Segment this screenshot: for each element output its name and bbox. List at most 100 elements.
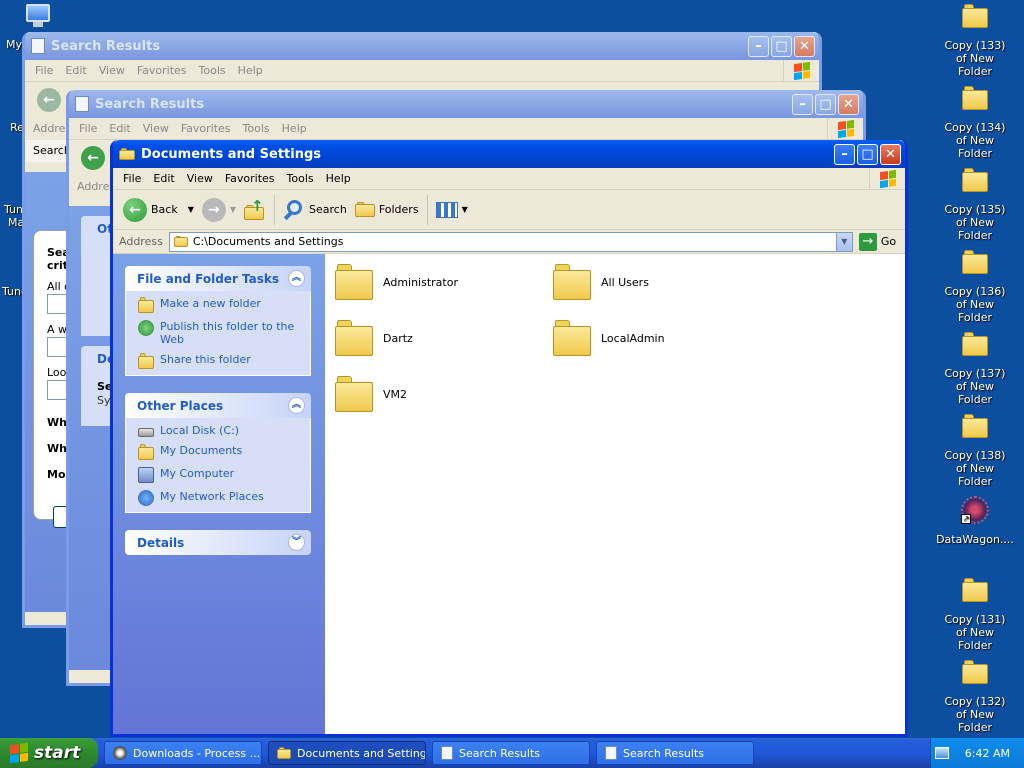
- standard-toolbar: ← Back ▼ → ▼ ↑ Search Folders ▼: [113, 190, 905, 230]
- window-title: Search Results: [51, 38, 161, 54]
- windows-logo-icon: [783, 59, 819, 82]
- menu-file[interactable]: File: [29, 64, 59, 77]
- desktop-icon-label: Copy (138) of New Folder: [944, 449, 1006, 488]
- menu-edit[interactable]: Edit: [103, 122, 136, 135]
- taskbar-button-documents[interactable]: Documents and Settings: [268, 741, 426, 765]
- desktop-folder-icon[interactable]: Copy (136) of New Folder: [935, 250, 1015, 324]
- group-header[interactable]: Details ︾: [125, 530, 311, 555]
- task-label: Search Results: [623, 746, 705, 760]
- folder-icon: [553, 264, 591, 300]
- maximize-button[interactable]: □: [857, 143, 878, 165]
- title-bar[interactable]: Documents and Settings – □ ✕: [113, 140, 905, 168]
- folder-item[interactable]: VM2: [335, 376, 407, 412]
- taskbar-button-search-1[interactable]: Search Results: [432, 741, 590, 765]
- place-label: My Computer: [160, 467, 235, 480]
- close-button[interactable]: ✕: [838, 93, 859, 115]
- menu-help[interactable]: Help: [320, 172, 357, 185]
- menu-tools[interactable]: Tools: [281, 172, 320, 185]
- close-button[interactable]: ✕: [794, 35, 815, 57]
- menu-tools[interactable]: Tools: [237, 122, 276, 135]
- menu-view[interactable]: View: [181, 172, 219, 185]
- desktop-folder-icon[interactable]: Copy (133) of New Folder: [935, 4, 1015, 78]
- desktop-folder-icon[interactable]: Copy (135) of New Folder: [935, 168, 1015, 242]
- task-label: Publish this folder to the Web: [160, 320, 295, 346]
- menu-help[interactable]: Help: [232, 64, 269, 77]
- menu-tools[interactable]: Tools: [193, 64, 232, 77]
- desktop-folder-icon[interactable]: Copy (137) of New Folder: [935, 332, 1015, 406]
- start-button[interactable]: start: [0, 738, 98, 768]
- folders-button[interactable]: Folders: [351, 199, 423, 221]
- task-label: Share this folder: [160, 353, 251, 366]
- close-button[interactable]: ✕: [880, 143, 901, 165]
- maximize-button[interactable]: □: [771, 35, 792, 57]
- place-my-documents[interactable]: My Documents: [138, 444, 302, 460]
- start-label: start: [34, 743, 81, 763]
- minimize-button[interactable]: –: [792, 93, 813, 115]
- menu-favorites[interactable]: Favorites: [219, 172, 281, 185]
- forward-button[interactable]: → ▼: [198, 195, 240, 225]
- network-tray-icon[interactable]: [934, 747, 949, 759]
- folder-item[interactable]: Dartz: [335, 320, 413, 356]
- menu-favorites[interactable]: Favorites: [175, 122, 237, 135]
- group-header[interactable]: File and Folder Tasks ︽: [125, 266, 311, 291]
- task-share-folder[interactable]: Share this folder: [138, 353, 302, 369]
- window-title: Search Results: [95, 96, 205, 112]
- documents-and-settings-window[interactable]: Documents and Settings – □ ✕ File Edit V…: [110, 140, 908, 737]
- chevron-down-icon[interactable]: ︾: [288, 534, 305, 551]
- desktop-folder-icon[interactable]: Copy (134) of New Folder: [935, 86, 1015, 160]
- up-button[interactable]: ↑: [240, 196, 270, 224]
- chevron-up-icon[interactable]: ︽: [288, 270, 305, 287]
- chevron-down-icon[interactable]: ▼: [835, 232, 852, 251]
- minimize-button[interactable]: –: [834, 143, 855, 165]
- other-places-group: Other Places ︽ Local Disk (C:) My Docume…: [125, 393, 311, 513]
- chevron-up-icon[interactable]: ︽: [288, 397, 305, 414]
- folder-item[interactable]: All Users: [553, 264, 649, 300]
- search-button[interactable]: Search: [279, 196, 351, 224]
- menu-file[interactable]: File: [73, 122, 103, 135]
- menu-favorites[interactable]: Favorites: [131, 64, 193, 77]
- place-my-computer[interactable]: My Computer: [138, 467, 302, 483]
- menu-help[interactable]: Help: [276, 122, 313, 135]
- windows-logo-icon: [869, 167, 905, 190]
- menu-view[interactable]: View: [137, 122, 175, 135]
- back-arrow-icon[interactable]: ←: [81, 146, 105, 170]
- folder-icon: [335, 320, 373, 356]
- task-publish-folder[interactable]: Publish this folder to the Web: [138, 320, 302, 346]
- back-button[interactable]: ← Back ▼: [119, 195, 198, 225]
- task-make-new-folder[interactable]: Make a new folder: [138, 297, 302, 313]
- forward-arrow-icon: →: [201, 197, 226, 222]
- back-dropdown-icon[interactable]: ▼: [188, 205, 194, 214]
- folder-icon: [277, 747, 291, 759]
- desktop-folder-icon[interactable]: Copy (131) of New Folder: [935, 578, 1015, 652]
- title-bar[interactable]: Search Results – □ ✕: [25, 32, 819, 60]
- folder-icon: [962, 414, 988, 438]
- datawagon-shortcut[interactable]: ↗ DataWagon....: [935, 496, 1015, 546]
- desktop-label-partial[interactable]: Tun: [4, 203, 23, 216]
- taskbar-button-downloads[interactable]: Downloads - Process ...: [104, 741, 262, 765]
- menu-view[interactable]: View: [93, 64, 131, 77]
- views-button[interactable]: ▼: [432, 199, 472, 221]
- menu-edit[interactable]: Edit: [59, 64, 92, 77]
- desktop-folder-icon[interactable]: Copy (132) of New Folder: [935, 660, 1015, 734]
- folder-item[interactable]: LocalAdmin: [553, 320, 665, 356]
- desktop-label-partial[interactable]: My: [6, 38, 22, 51]
- place-local-disk[interactable]: Local Disk (C:): [138, 424, 302, 437]
- folder-item[interactable]: Administrator: [335, 264, 458, 300]
- maximize-button[interactable]: □: [815, 93, 836, 115]
- taskbar-button-search-2[interactable]: Search Results: [596, 741, 754, 765]
- address-field[interactable]: C:\Documents and Settings ▼: [168, 231, 853, 252]
- group-header[interactable]: Other Places ︽: [125, 393, 311, 418]
- title-bar[interactable]: Search Results – □ ✕: [69, 90, 863, 118]
- my-computer-icon[interactable]: [24, 2, 54, 30]
- menu-bar: File Edit View Favorites Tools Help: [25, 59, 819, 82]
- menu-edit[interactable]: Edit: [147, 172, 180, 185]
- back-arrow-icon[interactable]: ←: [37, 88, 61, 112]
- desktop-folder-icon[interactable]: Copy (138) of New Folder: [935, 414, 1015, 488]
- clock[interactable]: 6:42 AM: [965, 747, 1010, 760]
- go-button[interactable]: → Go: [858, 232, 896, 251]
- place-my-network[interactable]: My Network Places: [138, 490, 302, 506]
- menu-file[interactable]: File: [117, 172, 147, 185]
- folder-content-view[interactable]: Administrator All Users Dartz LocalAdmin…: [325, 254, 905, 734]
- minimize-button[interactable]: –: [748, 35, 769, 57]
- address-bar: Address C:\Documents and Settings ▼ → Go: [113, 230, 905, 254]
